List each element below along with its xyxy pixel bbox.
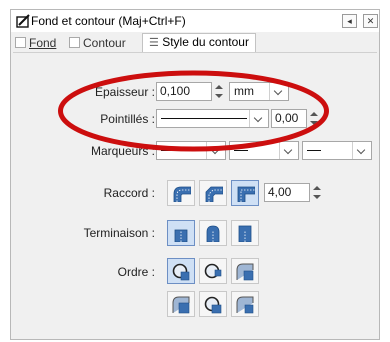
miter-limit-spinner[interactable] bbox=[312, 183, 323, 202]
paint-order-icon bbox=[204, 296, 222, 314]
dialog-titlebar: Fond et contour (Maj+Ctrl+F) ◂ ✕ bbox=[11, 10, 379, 32]
checkbox-icon bbox=[15, 37, 26, 48]
miter-join-icon bbox=[237, 186, 255, 202]
fill-stroke-icon bbox=[16, 14, 30, 28]
order-fill-stroke-markers-button[interactable] bbox=[167, 258, 195, 284]
tab-stroke-paint[interactable]: Contour bbox=[69, 35, 126, 52]
round-join-button[interactable] bbox=[167, 180, 195, 206]
annotation-oval bbox=[58, 70, 329, 152]
tab-fill[interactable]: Fond bbox=[15, 35, 56, 52]
square-cap-icon bbox=[238, 225, 252, 242]
miter-limit-input[interactable]: 4,00 bbox=[264, 183, 310, 202]
order-stroke-markers-fill-button[interactable] bbox=[199, 291, 227, 317]
order-markers-stroke-fill-button[interactable] bbox=[231, 291, 259, 317]
cap-label: Terminaison : bbox=[83, 226, 155, 240]
round-join-icon bbox=[173, 186, 191, 202]
tab-fill-label: Fond bbox=[29, 36, 57, 50]
round-cap-icon bbox=[206, 225, 220, 242]
stroke-lines-icon: ☰ bbox=[149, 37, 159, 49]
order-label: Ordre : bbox=[117, 265, 155, 279]
square-cap-button[interactable] bbox=[231, 220, 259, 246]
tab-stroke-paint-label: Contour bbox=[83, 36, 126, 50]
paint-order-icon bbox=[236, 263, 254, 281]
order-stroke-fill-markers-button[interactable] bbox=[199, 258, 227, 284]
paint-order-icon bbox=[172, 263, 190, 281]
tab-bar: Fond Contour ☰ Style du contour bbox=[11, 32, 379, 54]
butt-cap-icon bbox=[174, 229, 188, 242]
chevron-down-icon bbox=[352, 142, 371, 159]
bevel-join-icon bbox=[205, 186, 223, 202]
paint-order-icon bbox=[204, 263, 222, 279]
tab-stroke-style-label: Style du contour bbox=[162, 35, 249, 49]
paint-order-icon bbox=[172, 296, 190, 314]
round-cap-button[interactable] bbox=[199, 220, 227, 246]
order-markers-first-button[interactable] bbox=[231, 258, 259, 284]
butt-cap-button[interactable] bbox=[167, 220, 195, 246]
dialog-title: Fond et contour (Maj+Ctrl+F) bbox=[31, 14, 186, 28]
collapse-button[interactable]: ◂ bbox=[342, 14, 357, 28]
order-fill-markers-stroke-button[interactable] bbox=[167, 291, 195, 317]
close-button[interactable]: ✕ bbox=[363, 14, 378, 28]
tab-stroke-style[interactable]: ☰ Style du contour bbox=[142, 33, 256, 54]
bevel-join-button[interactable] bbox=[199, 180, 227, 206]
miter-join-button[interactable] bbox=[231, 180, 259, 206]
checkbox-icon bbox=[69, 37, 80, 48]
paint-order-icon bbox=[236, 296, 254, 314]
join-label: Raccord : bbox=[103, 186, 155, 200]
fill-and-stroke-dialog: Fond et contour (Maj+Ctrl+F) ◂ ✕ Fond Co… bbox=[10, 9, 380, 340]
